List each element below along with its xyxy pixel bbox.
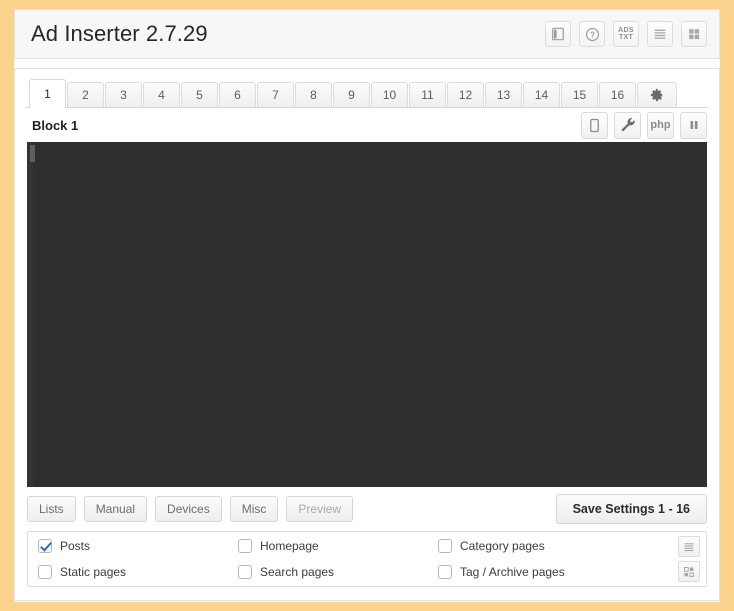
tab-14[interactable]: 14 — [523, 82, 560, 107]
display-options-column-1: Posts Static pages — [38, 533, 238, 585]
tab-7[interactable]: 7 — [257, 82, 294, 107]
checkbox-tag-archive-pages[interactable] — [438, 565, 452, 579]
tab-16[interactable]: 16 — [599, 82, 636, 107]
tab-4[interactable]: 4 — [143, 82, 180, 107]
grid-view-icon[interactable] — [681, 21, 707, 47]
checkbox-row-tag-archive-pages[interactable]: Tag / Archive pages — [438, 559, 638, 585]
wrench-icon[interactable] — [614, 111, 641, 139]
tab-2[interactable]: 2 — [67, 82, 104, 107]
main-panel: 1 2 3 4 5 6 7 8 9 10 11 12 13 14 15 16 B… — [14, 68, 720, 601]
tab-6[interactable]: 6 — [219, 82, 256, 107]
tab-13[interactable]: 13 — [485, 82, 522, 107]
lines-icon[interactable] — [678, 536, 700, 557]
block-toolbar: php — [581, 111, 707, 139]
tab-10[interactable]: 10 — [371, 82, 408, 107]
code-editor[interactable] — [27, 142, 707, 487]
save-settings-button[interactable]: Save Settings 1 - 16 — [555, 494, 707, 524]
pause-icon[interactable] — [680, 111, 707, 139]
tab-settings-gear-icon[interactable] — [637, 82, 677, 107]
checkbox-row-posts[interactable]: Posts — [38, 533, 238, 559]
tab-15[interactable]: 15 — [561, 82, 598, 107]
display-options-side-toolbar — [678, 536, 700, 582]
action-buttons: Lists Manual Devices Misc Preview — [27, 496, 354, 522]
app-header: Ad Inserter 2.7.29 ? ADS TXT — [14, 9, 720, 59]
help-icon[interactable]: ? — [579, 21, 605, 47]
checkbox-static-pages[interactable] — [38, 565, 52, 579]
block-title: Block 1 — [32, 117, 79, 133]
checkbox-label-posts: Posts — [60, 539, 91, 553]
tab-1[interactable]: 1 — [29, 79, 66, 108]
block-header-row: Block 1 php — [25, 108, 709, 142]
plugin-window: Ad Inserter 2.7.29 ? ADS TXT 1 2 3 4 5 6… — [14, 9, 720, 602]
tab-11[interactable]: 11 — [409, 82, 446, 107]
checkbox-posts[interactable] — [38, 539, 52, 553]
checkbox-label-category-pages: Category pages — [460, 539, 545, 553]
tab-5[interactable]: 5 — [181, 82, 218, 107]
display-options-column-3: Category pages Tag / Archive pages — [438, 533, 638, 585]
tab-8[interactable]: 8 — [295, 82, 332, 107]
lists-button[interactable]: Lists — [27, 496, 76, 522]
list-view-icon[interactable] — [647, 21, 673, 47]
editor-gutter — [27, 142, 33, 487]
misc-button[interactable]: Misc — [229, 496, 279, 522]
ads-txt-line2: TXT — [618, 34, 634, 41]
header-toolbar: ? ADS TXT — [545, 21, 707, 47]
editor-caret — [30, 145, 35, 162]
checkbox-homepage[interactable] — [238, 539, 252, 553]
display-options-columns: Posts Static pages Homepage Search pages — [38, 533, 678, 585]
checkbox-label-homepage: Homepage — [260, 539, 319, 553]
display-options-panel: Posts Static pages Homepage Search pages — [27, 531, 707, 587]
checkbox-row-search-pages[interactable]: Search pages — [238, 559, 438, 585]
device-icon[interactable] — [581, 111, 608, 139]
php-icon[interactable]: php — [647, 111, 674, 139]
devices-button[interactable]: Devices — [155, 496, 222, 522]
checkbox-search-pages[interactable] — [238, 565, 252, 579]
tab-9[interactable]: 9 — [333, 82, 370, 107]
editor-content[interactable] — [27, 142, 707, 146]
preview-button[interactable]: Preview — [286, 496, 354, 522]
manual-button[interactable]: Manual — [83, 496, 148, 522]
checkbox-label-static-pages: Static pages — [60, 565, 127, 579]
page-title: Ad Inserter 2.7.29 — [31, 21, 208, 46]
checkbox-label-search-pages: Search pages — [260, 565, 335, 579]
ads-txt-line1: ADS — [618, 27, 634, 34]
qr-grid-icon[interactable] — [678, 561, 700, 582]
checkbox-category-pages[interactable] — [438, 539, 452, 553]
checkbox-row-category-pages[interactable]: Category pages — [438, 533, 638, 559]
tab-12[interactable]: 12 — [447, 82, 484, 107]
block-tabs: 1 2 3 4 5 6 7 8 9 10 11 12 13 14 15 16 — [25, 79, 709, 108]
svg-text:?: ? — [590, 30, 595, 39]
checkbox-row-homepage[interactable]: Homepage — [238, 533, 438, 559]
display-options-column-2: Homepage Search pages — [238, 533, 438, 585]
tab-3[interactable]: 3 — [105, 82, 142, 107]
checkbox-row-static-pages[interactable]: Static pages — [38, 559, 238, 585]
ads-txt-icon[interactable]: ADS TXT — [613, 21, 639, 47]
action-bar: Lists Manual Devices Misc Preview Save S… — [25, 487, 709, 531]
checkbox-label-tag-archive-pages: Tag / Archive pages — [460, 565, 565, 579]
php-label: php — [650, 118, 671, 131]
book-icon[interactable] — [545, 21, 571, 47]
